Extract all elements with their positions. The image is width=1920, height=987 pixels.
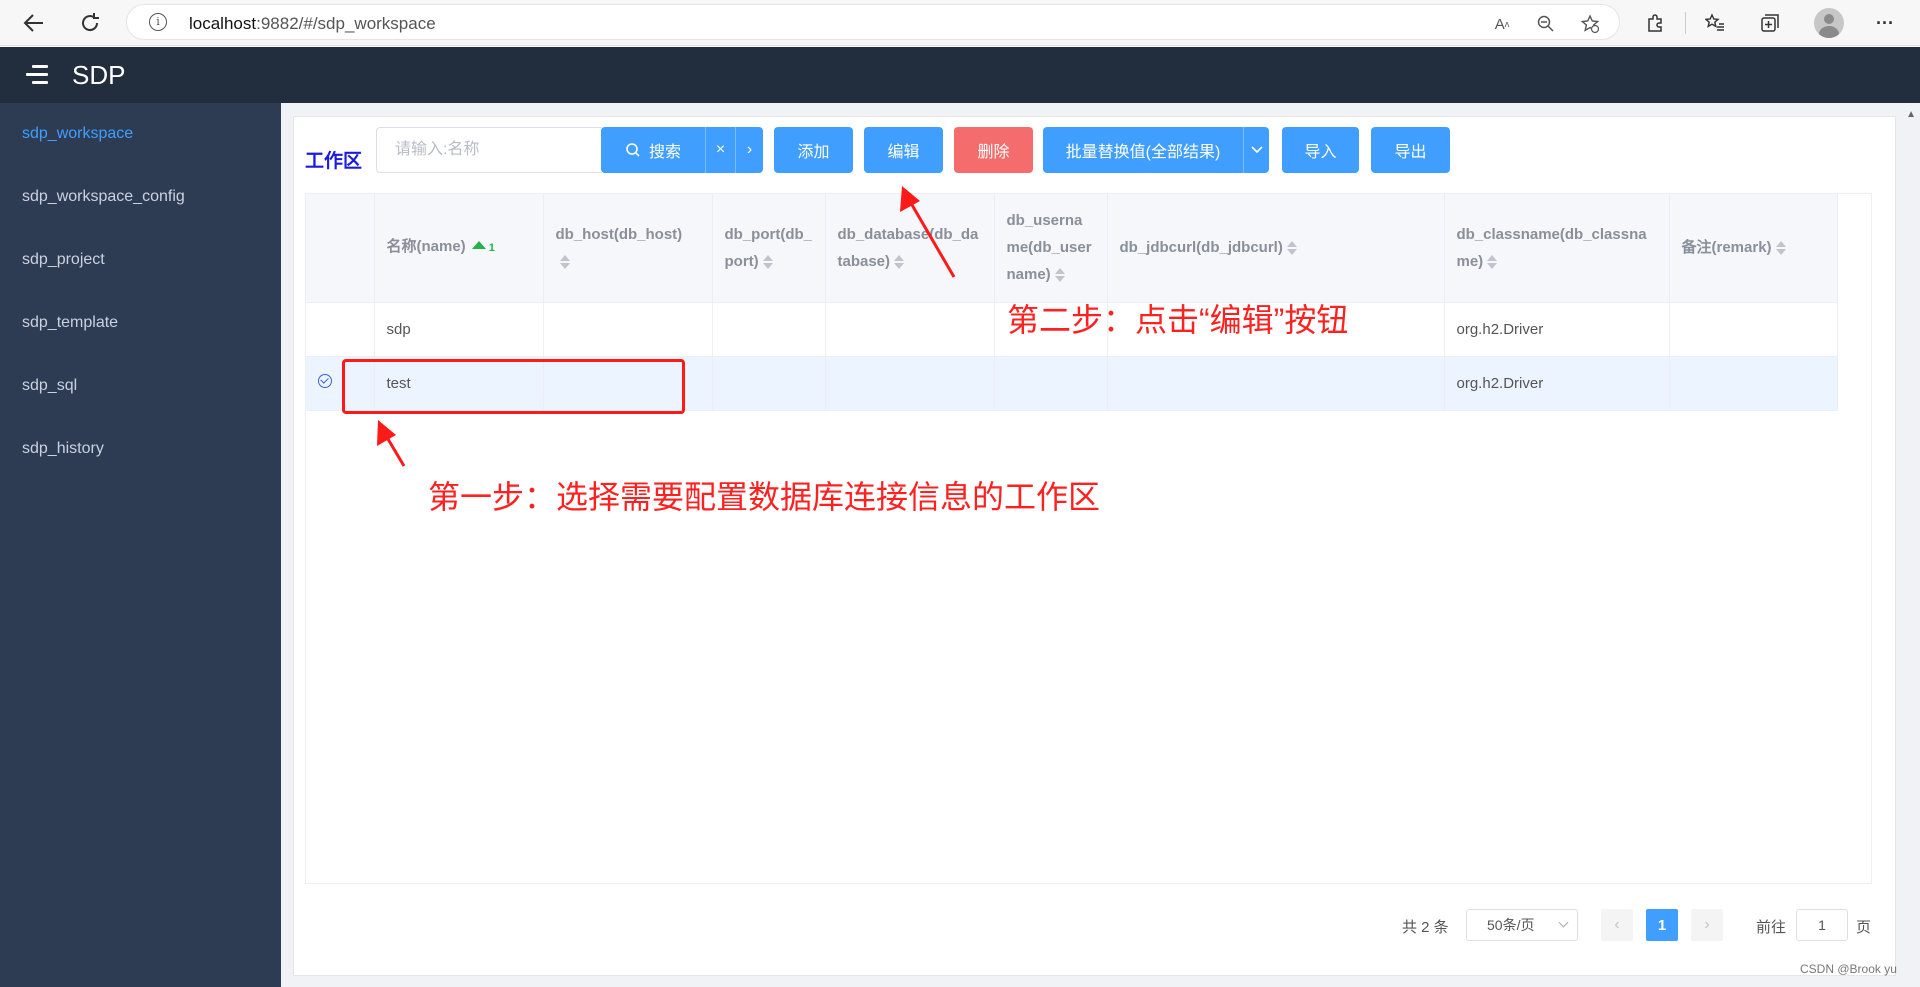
watermark: CSDN @Brook yu	[1800, 962, 1897, 976]
arrow-to-edit-button	[900, 186, 956, 278]
arrow-to-selected-row	[377, 420, 406, 467]
annotation-arrows	[377, 186, 956, 467]
